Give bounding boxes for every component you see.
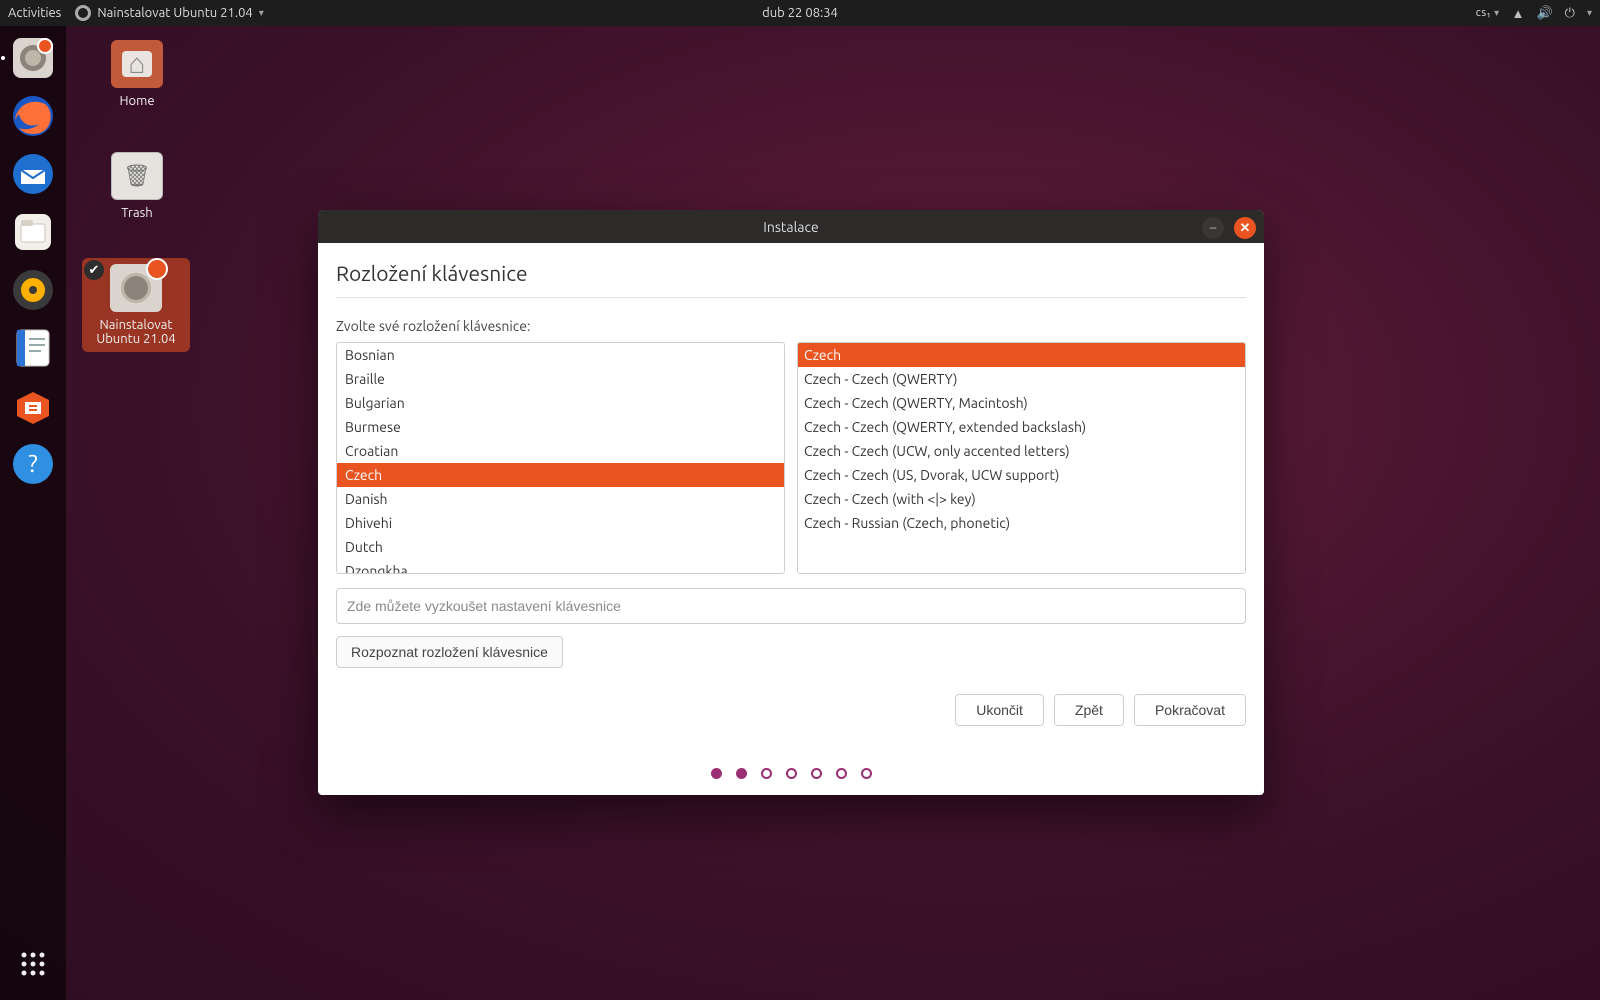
dock-writer-icon[interactable] (7, 322, 59, 374)
dock-firefox-icon[interactable] (7, 90, 59, 142)
layout-option[interactable]: Bosnian (337, 343, 784, 367)
progress-dot (811, 768, 822, 779)
layout-option[interactable]: Dutch (337, 535, 784, 559)
keyboard-test-input[interactable] (336, 588, 1246, 624)
progress-dot (736, 768, 747, 779)
layout-option[interactable]: Dhivehi (337, 511, 784, 535)
window-minimize-button[interactable]: – (1202, 217, 1224, 239)
desktop-icon-label: Home (92, 94, 182, 108)
folder-home-icon (111, 40, 163, 88)
variant-option[interactable]: Czech - Czech (UCW, only accented letter… (798, 439, 1245, 463)
dock-software-icon[interactable] (7, 380, 59, 432)
app-menu-icon (75, 5, 91, 21)
dock-installer-icon[interactable] (7, 32, 59, 84)
desktop-trash-icon[interactable]: 🗑 Trash (92, 152, 182, 220)
variant-option[interactable]: Czech - Czech (QWERTY, extended backslas… (798, 415, 1245, 439)
divider (336, 297, 1246, 298)
activities-button[interactable]: Activities (8, 6, 61, 20)
variant-option[interactable]: Czech - Czech (US, Dvorak, UCW support) (798, 463, 1245, 487)
detect-layout-button[interactable]: Rozpoznat rozložení klávesnice (336, 636, 563, 668)
continue-button[interactable]: Pokračovat (1134, 694, 1246, 726)
progress-dot (861, 768, 872, 779)
network-icon: ▲ (1512, 6, 1525, 21)
window-titlebar[interactable]: Instalace – ✕ (318, 210, 1264, 243)
layout-option[interactable]: Danish (337, 487, 784, 511)
chevron-down-icon: ▾ (259, 7, 264, 19)
svg-text:?: ? (28, 450, 37, 477)
window-title: Instalace (763, 219, 818, 235)
desktop-install-icon[interactable]: ✔ Nainstalovat Ubuntu 21.04 (82, 258, 190, 352)
variant-option[interactable]: Czech - Russian (Czech, phonetic) (798, 511, 1245, 535)
back-button[interactable]: Zpět (1054, 694, 1124, 726)
chevron-down-icon: ▾ (1587, 7, 1592, 19)
ubuntu-cof-icon (146, 258, 168, 280)
emblem-badge-icon: ✔ (84, 260, 104, 280)
progress-dot (761, 768, 772, 779)
dock: ? (0, 26, 66, 1000)
app-menu[interactable]: Nainstalovat Ubuntu 21.04 ▾ (75, 5, 263, 21)
layout-option[interactable]: Burmese (337, 415, 784, 439)
desktop-home-icon[interactable]: Home (92, 40, 182, 108)
page-heading: Rozložení klávesnice (336, 257, 1246, 297)
quit-button[interactable]: Ukončit (955, 694, 1044, 726)
desktop-icon-label: Nainstalovat Ubuntu 21.04 (88, 318, 184, 346)
system-tray[interactable]: cs₁ ▾ ▲ 🔊 ⏻ ▾ (1476, 6, 1592, 21)
layout-listbox[interactable]: BosnianBrailleBulgarianBurmeseCroatianCz… (336, 342, 785, 574)
trash-icon: 🗑 (111, 152, 163, 200)
clock[interactable]: dub 22 08:34 (762, 6, 838, 20)
dock-files-icon[interactable] (7, 206, 59, 258)
variant-option[interactable]: Czech - Czech (QWERTY) (798, 367, 1245, 391)
variant-option[interactable]: Czech - Czech (QWERTY, Macintosh) (798, 391, 1245, 415)
layout-option[interactable]: Croatian (337, 439, 784, 463)
power-icon: ⏻ (1565, 6, 1575, 21)
progress-dot (836, 768, 847, 779)
layout-option[interactable]: Bulgarian (337, 391, 784, 415)
variant-option[interactable]: Czech (798, 343, 1245, 367)
installer-window: Instalace – ✕ Rozložení klávesnice Zvolt… (318, 210, 1264, 795)
variant-option[interactable]: Czech - Czech (with <|> key) (798, 487, 1245, 511)
choose-layout-label: Zvolte své rozložení klávesnice: (336, 318, 1246, 334)
gnome-top-bar: Activities Nainstalovat Ubuntu 21.04 ▾ d… (0, 0, 1600, 26)
dock-rhythmbox-icon[interactable] (7, 264, 59, 316)
progress-dot (711, 768, 722, 779)
input-source-indicator[interactable]: cs₁ ▾ (1476, 7, 1500, 19)
layout-option[interactable]: Dzongkha (337, 559, 784, 573)
show-applications-button[interactable] (7, 938, 59, 990)
dock-thunderbird-icon[interactable] (7, 148, 59, 200)
volume-icon: 🔊 (1536, 6, 1552, 21)
variant-listbox[interactable]: CzechCzech - Czech (QWERTY)Czech - Czech… (797, 342, 1246, 574)
progress-dot (786, 768, 797, 779)
installer-disk-icon (110, 264, 162, 312)
layout-option[interactable]: Czech (337, 463, 784, 487)
desktop-icon-label: Trash (92, 206, 182, 220)
layout-option[interactable]: Braille (337, 367, 784, 391)
window-close-button[interactable]: ✕ (1234, 217, 1256, 239)
dock-help-icon[interactable]: ? (7, 438, 59, 490)
progress-dots (336, 768, 1246, 779)
app-menu-label: Nainstalovat Ubuntu 21.04 (97, 6, 252, 20)
